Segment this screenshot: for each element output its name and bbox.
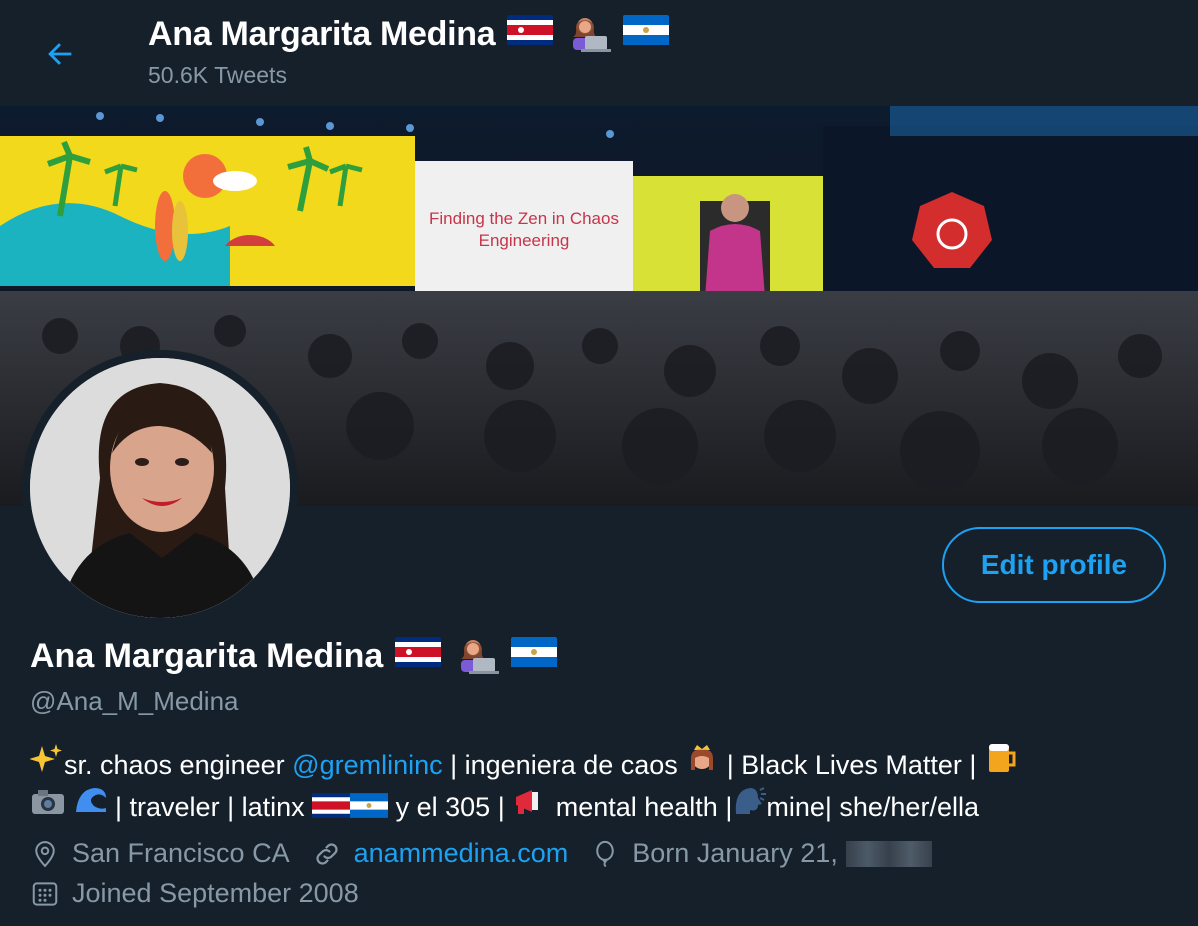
- bio-text-2c: mental health |: [548, 792, 733, 822]
- bio-text-1c: | Black Lives Matter |: [719, 750, 984, 780]
- speaking-head-emoji-icon: [732, 784, 767, 816]
- tweet-count: 50.6K Tweets: [148, 62, 287, 88]
- flag-costa-rica-icon: [507, 14, 554, 54]
- technologist-emoji-icon: [565, 14, 612, 54]
- profile-display-name: Ana Margarita Medina: [30, 636, 384, 675]
- bio-text-1b: | ingeniera de caos: [442, 750, 686, 780]
- location-text: San Francisco CA: [72, 838, 290, 868]
- header-title: Ana Margarita Medina: [148, 14, 670, 54]
- profile-meta-row-2: Joined September 2008: [30, 878, 381, 909]
- back-button[interactable]: [36, 30, 84, 78]
- beer-emoji-icon: [984, 740, 1018, 774]
- profile-handle: @Ana_M_Medina: [30, 686, 239, 716]
- profile-bio: sr. chaos engineer @gremlininc | ingenie…: [30, 740, 1180, 828]
- balloon-icon: [596, 840, 614, 867]
- technologist-emoji-icon: [453, 636, 500, 676]
- flag-nicaragua-icon: [511, 636, 558, 676]
- flag-costa-rica-icon: [395, 636, 442, 676]
- joined-text: Joined September 2008: [72, 878, 359, 908]
- profile-meta-row-1: San Francisco CA anammedina.com Born Jan…: [30, 838, 954, 869]
- location-item: San Francisco CA: [30, 838, 290, 869]
- bio-text-2b: y el 305 |: [388, 792, 513, 822]
- website-item: anammedina.com: [312, 838, 569, 869]
- sparkles-emoji-icon: [30, 742, 64, 774]
- bio-text-1a: sr. chaos engineer: [64, 750, 293, 780]
- calendar-icon: [32, 881, 58, 906]
- camera-emoji-icon: [30, 786, 66, 816]
- svg-text:Finding the Zen in Chaos: Finding the Zen in Chaos: [429, 209, 619, 228]
- svg-text:Engineering: Engineering: [479, 231, 570, 250]
- header-name: Ana Margarita Medina: [148, 14, 496, 53]
- website-link[interactable]: anammedina.com: [354, 838, 569, 869]
- profile-avatar[interactable]: [22, 350, 298, 626]
- princess-emoji-icon: [685, 742, 719, 774]
- flag-costa-rica-icon: [312, 790, 351, 828]
- birthday-item: Born January 21,: [590, 838, 932, 869]
- birthday-text: Born January 21,: [632, 838, 838, 868]
- avatar-photo: [30, 358, 290, 618]
- gremlininc-mention-link[interactable]: @gremlininc: [292, 750, 442, 780]
- flag-nicaragua-icon: [350, 790, 389, 828]
- bio-text-2d: mine| she/her/ella: [766, 792, 979, 822]
- flag-nicaragua-icon: [623, 14, 670, 54]
- link-icon: [315, 842, 338, 865]
- wave-emoji-icon: [74, 784, 108, 816]
- redacted-birth-year: [845, 840, 932, 867]
- back-arrow-icon: [48, 43, 72, 65]
- megaphone-emoji-icon: [512, 786, 548, 816]
- location-pin-icon: [35, 840, 55, 867]
- bio-line-2: | traveler | latinx y el 305 | mental he…: [30, 784, 1180, 828]
- bio-line-1: sr. chaos engineer @gremlininc | ingenie…: [30, 740, 1180, 784]
- top-bar: Ana Margarita Medina 50.6K Tweets: [0, 0, 1198, 106]
- edit-profile-button[interactable]: Edit profile: [942, 527, 1166, 603]
- joined-item: Joined September 2008: [30, 878, 359, 909]
- bio-text-2a: | traveler | latinx: [107, 792, 313, 822]
- profile-name: Ana Margarita Medina: [30, 636, 558, 676]
